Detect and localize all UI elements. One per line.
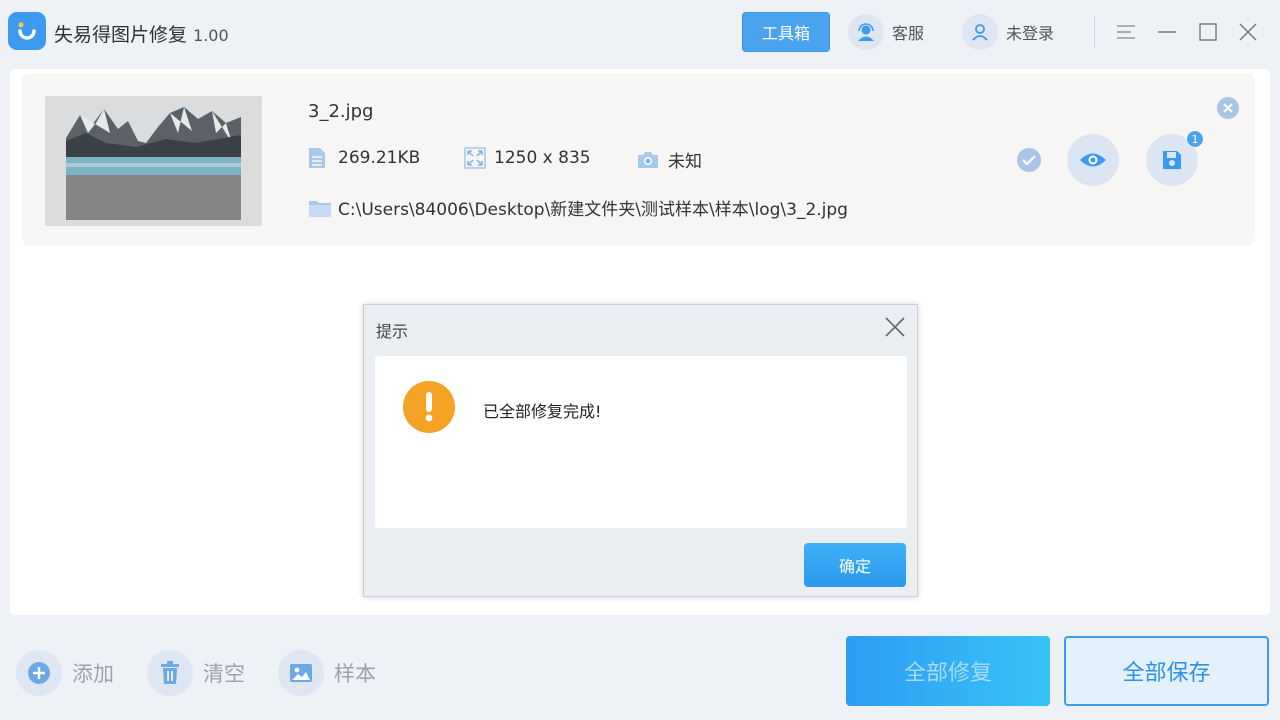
confirm-button[interactable]: 确定 — [804, 543, 906, 587]
customer-service-label: 客服 — [892, 24, 925, 43]
user-icon — [962, 14, 998, 50]
app-title: 失易得图片修复 1.00 — [54, 20, 229, 47]
header-divider — [1094, 16, 1095, 48]
image-thumbnail[interactable] — [66, 103, 241, 220]
file-dimensions-label: 1250 x 835 — [494, 148, 591, 168]
app-logo-icon — [8, 12, 46, 50]
sample-label: 样本 — [334, 662, 376, 686]
login-button[interactable]: 未登录 — [962, 14, 1054, 50]
file-dimensions: 1250 x 835 — [464, 147, 591, 169]
app-name: 失易得图片修复 — [54, 24, 188, 46]
dialog-body: 已全部修复完成! — [375, 356, 907, 528]
remove-file-icon[interactable] — [1217, 97, 1239, 119]
thumbnail-frame — [45, 96, 262, 226]
camera-info: 未知 — [636, 147, 702, 172]
login-label: 未登录 — [1006, 24, 1055, 43]
save-file-button[interactable]: 1 — [1146, 130, 1204, 186]
headset-icon — [848, 14, 884, 50]
clear-button[interactable]: 清空 — [147, 650, 245, 696]
folder-icon — [309, 200, 331, 217]
save-count-badge: 1 — [1186, 130, 1204, 148]
file-size-label: 269.21KB — [338, 148, 421, 168]
file-path-label: C:\Users\84006\Desktop\新建文件夹\测试样本\样本\log… — [338, 200, 848, 220]
preview-button[interactable] — [1067, 134, 1119, 186]
dialog-message: 已全部修复完成! — [483, 402, 602, 421]
dialog-title: 提示 — [376, 322, 409, 341]
file-path: C:\Users\84006\Desktop\新建文件夹\测试样本\样本\log… — [308, 195, 848, 220]
title-bar: 失易得图片修复 1.00 工具箱 客服 未登录 — [0, 0, 1280, 66]
app-version: 1.00 — [193, 26, 229, 45]
notice-dialog: 提示 已全部修复完成! 确定 — [363, 304, 918, 597]
camera-label: 未知 — [668, 152, 702, 172]
file-card[interactable]: 3_2.jpg 269.21KB 1250 x 835 未知 C:\Users\… — [22, 73, 1255, 246]
file-name: 3_2.jpg — [308, 101, 374, 122]
add-label: 添加 — [72, 662, 114, 686]
trash-icon — [147, 650, 193, 696]
document-icon — [309, 148, 325, 168]
save-icon — [1163, 151, 1181, 169]
minimize-icon[interactable] — [1155, 20, 1179, 44]
plus-icon — [16, 650, 62, 696]
add-button[interactable]: 添加 — [16, 650, 114, 696]
camera-icon — [638, 151, 658, 168]
save-all-button[interactable]: 全部保存 — [1064, 636, 1269, 706]
dialog-close-icon[interactable] — [883, 315, 907, 339]
sample-button[interactable]: 样本 — [278, 650, 376, 696]
clear-label: 清空 — [203, 662, 245, 686]
eye-icon — [1080, 153, 1106, 167]
repair-all-button[interactable]: 全部修复 — [846, 636, 1050, 706]
repaired-check-icon — [1017, 148, 1041, 172]
customer-service-button[interactable]: 客服 — [848, 14, 924, 50]
maximize-icon[interactable] — [1196, 20, 1220, 44]
file-size: 269.21KB — [308, 147, 420, 169]
image-icon — [278, 650, 324, 696]
expand-icon — [464, 147, 486, 169]
exclamation-icon — [403, 381, 455, 433]
toolbox-button[interactable]: 工具箱 — [742, 12, 830, 52]
close-window-icon[interactable] — [1236, 20, 1260, 44]
menu-icon[interactable] — [1114, 20, 1138, 44]
